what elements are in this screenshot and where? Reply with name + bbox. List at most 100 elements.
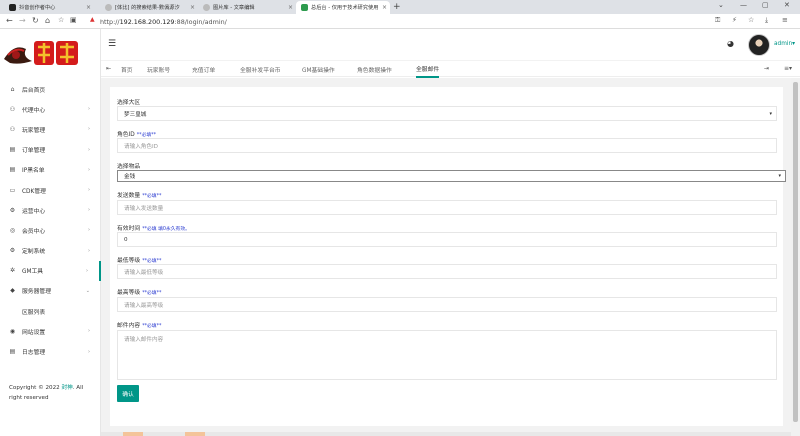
minimize-icon[interactable]: — [740, 1, 747, 9]
role-id-label: 角色ID **必填** [117, 129, 156, 138]
chevron-icon: › [88, 106, 90, 113]
close-icon[interactable]: × [288, 4, 293, 11]
custom-icon: ⚙ [9, 247, 16, 255]
tab-1[interactable]: 玩家账号 [147, 61, 170, 78]
key-icon[interactable]: ⚿ [715, 16, 720, 25]
tabs-prev-icon[interactable]: ⇤ [106, 65, 111, 72]
theme-palette-icon[interactable]: ◕ [727, 39, 734, 48]
role-id-input[interactable]: 请输入角色ID [117, 138, 777, 153]
menu-icon[interactable]: ≡ [782, 16, 788, 24]
hamburger-menu-icon[interactable]: ☰ [108, 39, 116, 49]
chevron-icon: › [88, 187, 90, 194]
reload-icon[interactable]: ↻ [32, 16, 39, 25]
close-icon[interactable]: × [190, 4, 195, 11]
home-icon: ⌂ [10, 85, 15, 93]
zone-label: 选择大区 [117, 97, 140, 106]
zone-select[interactable]: 梦三皇城 ▾ [117, 106, 777, 121]
sidebar-item-11[interactable]: 区服列表 [0, 301, 101, 321]
user-caret-icon: ▾ [792, 41, 796, 47]
browser-tab-4-active[interactable]: 总后台 - 仅用于技术研究使用 × [296, 1, 390, 14]
sidebar-item-label: 服务器管理 [22, 289, 51, 296]
max-level-label: 最高等级 **必填** [117, 287, 161, 296]
item-select[interactable]: 金钱 ▾ [117, 170, 786, 182]
tab-5[interactable]: 角色数据操作 [357, 61, 392, 78]
bookmarks-icon[interactable]: ☆ [58, 16, 64, 24]
order-icon: ▤ [9, 146, 16, 154]
tab-4[interactable]: GM基础操作 [302, 61, 335, 78]
globe-icon: ◉ [9, 327, 16, 335]
chevron-icon: › [88, 328, 90, 335]
avatar[interactable] [748, 34, 770, 56]
tab-search-icon[interactable]: ⌄ [718, 1, 724, 9]
sidebar-item-label: CDK管理 [22, 188, 46, 195]
sidebar-item-1[interactable]: ⚇ 代理中心 › [0, 99, 101, 119]
submit-button-label: 确认 [122, 392, 134, 398]
star-icon[interactable]: ☆ [748, 16, 754, 24]
sidebar-item-6[interactable]: ⚙ 运营中心 › [0, 200, 101, 220]
submit-button[interactable]: 确认 [117, 385, 139, 402]
min-level-input[interactable]: 请输入最低等级 [117, 264, 777, 279]
mail-content-textarea[interactable]: 请输入邮件内容 [117, 330, 777, 380]
required-note: **必填** [142, 324, 162, 329]
not-secure-icon[interactable]: ▲ [90, 16, 95, 23]
tab-3[interactable]: 全服补发平台币 [240, 61, 281, 78]
sidebar-item-7[interactable]: ◎ 会员中心 › [0, 220, 101, 240]
extension-icon[interactable]: ▣ [70, 16, 77, 24]
sidebar-item-5[interactable]: ▭ CDK管理 › [0, 180, 101, 200]
tab-0[interactable]: 首页 [121, 61, 133, 78]
strip-segment [123, 432, 143, 436]
sidebar-item-2[interactable]: ⚇ 玩家管理 › [0, 119, 101, 139]
new-tab-icon[interactable]: + [393, 2, 401, 12]
valid-time-value: 0 [124, 236, 128, 243]
top-header: ☰ ◕ admin▾ [101, 29, 800, 60]
quantity-input[interactable]: 请输入发送数量 [117, 200, 777, 215]
mail-content-placeholder: 请输入邮件内容 [124, 337, 164, 343]
page-scrollbar[interactable] [791, 78, 800, 436]
url-field[interactable]: http://192.168.200.129:88/login/admin/ [100, 16, 227, 27]
sidebar-item-9[interactable]: ✲ GM工具 › [0, 260, 101, 281]
lightning-icon[interactable]: ⚡ [732, 16, 737, 24]
tab-title: 总后台 - 仅用于技术研究使用 [311, 5, 379, 11]
max-level-input[interactable]: 请输入最高等级 [117, 297, 777, 312]
close-icon[interactable]: × [382, 4, 387, 11]
bottom-strip [101, 432, 791, 436]
browser-tab-2[interactable]: [体比] 的搜索结果-數僞源汐 × [100, 1, 198, 14]
blacklist-icon: ▤ [9, 166, 16, 174]
tabs-next-icon[interactable]: ⇥ [764, 65, 769, 72]
address-bar: ← → ↻ ⌂ ☆ ▣ ▲ http://192.168.200.129:88/… [0, 14, 800, 29]
url-host: 192.168.200.129 [119, 17, 175, 26]
required-note: **必填** [142, 291, 162, 296]
sidebar-item-3[interactable]: ▤ 订单管理 › [0, 140, 101, 160]
settings-icon: ⚙ [9, 206, 16, 214]
sidebar-item-10[interactable]: ◆ 服务器管理 ⌄ [0, 281, 101, 301]
maximize-icon[interactable]: ▢ [762, 1, 769, 9]
tab-6[interactable]: 全服邮件 [416, 61, 440, 78]
users-icon: ⚇ [9, 105, 16, 113]
sidebar-item-8[interactable]: ⚙ 定制系统 › [0, 241, 101, 261]
log-icon: ▤ [9, 348, 16, 356]
browser-tab-3[interactable]: 图片库 - 文章编辑 × [198, 1, 296, 14]
chevron-down-icon: ▾ [769, 110, 772, 117]
sidebar-item-label: 代理中心 [22, 107, 46, 114]
valid-time-input[interactable]: 0 [117, 232, 777, 247]
download-icon[interactable]: ⤓ [765, 16, 768, 25]
close-icon[interactable]: × [86, 4, 91, 11]
window-close-icon[interactable]: ✕ [784, 1, 790, 9]
sidebar-item-12[interactable]: ◉ 网站设置 › [0, 321, 101, 341]
browser-tab-1[interactable]: 抖音创作者中心 × [4, 1, 94, 14]
member-icon: ◎ [9, 226, 16, 234]
tabs-menu-icon[interactable]: ≡▾ [784, 65, 792, 72]
tab-2[interactable]: 充值订单 [192, 61, 215, 78]
forward-icon[interactable]: → [19, 16, 26, 25]
sidebar-item-13[interactable]: ▤ 日志管理 › [0, 341, 101, 361]
back-icon[interactable]: ← [6, 16, 13, 25]
user-menu[interactable]: admin▾ [774, 41, 795, 47]
tab-title: 图片库 - 文章编辑 [213, 5, 255, 11]
copyright-brand-link[interactable]: 封神 [62, 385, 73, 391]
sidebar-item-4[interactable]: ▤ IP黑名单 › [0, 160, 101, 180]
app-favicon-icon [301, 4, 308, 11]
scrollbar-thumb[interactable] [793, 82, 798, 422]
max-level-placeholder: 请输入最高等级 [124, 302, 164, 309]
sidebar-item-0[interactable]: ⌂ 后台首页 [0, 79, 101, 99]
home-nav-icon[interactable]: ⌂ [45, 16, 50, 25]
